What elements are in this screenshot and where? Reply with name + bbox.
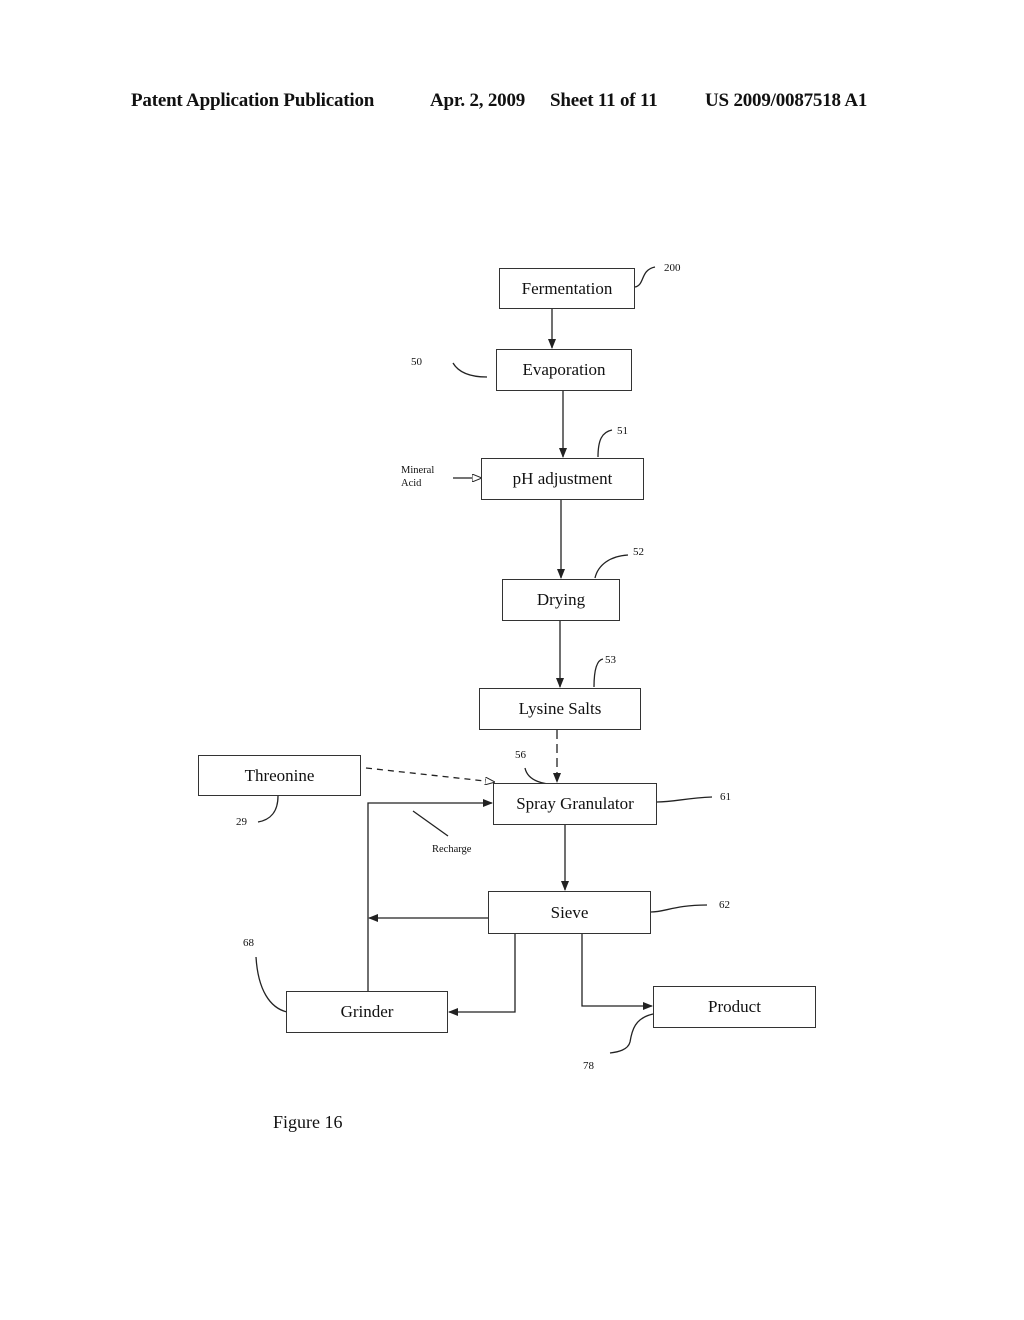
ref-29: 29 [236,816,247,828]
flow-connectors [255,266,713,1054]
leader-62 [650,904,708,913]
spray-granulator-label: Spray Granulator [516,794,634,813]
threonine-label: Threonine [244,765,315,785]
product-box: Product [653,986,816,1028]
ref-62: 62 [719,899,730,911]
fermentation-label: Fermentation [521,278,613,298]
drying-label: Drying [536,590,586,609]
edge-threonine-granulator [365,767,494,782]
leader-68 [255,956,288,1013]
ref-61: 61 [720,791,731,803]
threonine-box: Threonine [198,755,361,796]
lysine-salts-label: Lysine Salts [518,699,602,718]
ref-50: 50 [411,356,422,368]
ref-56: 56 [515,749,526,761]
fermentation-box: Fermentation [499,268,635,309]
spray-granulator-box: Spray Granulator [493,783,657,825]
product-label: Product [708,997,761,1016]
leader-52 [594,554,629,579]
ph-adjustment-label: pH adjustment [512,469,613,488]
edge-sieve-product [581,934,653,1010]
ref-52: 52 [633,546,644,558]
leader-50 [452,362,488,378]
mineral-acid-label: Mineral Acid [401,464,434,490]
edge-sieve-grinder [448,934,516,1016]
ref-200: 200 [664,262,681,274]
edge-recharge-loop [367,799,493,992]
recharge-label: Recharge [432,844,472,855]
ph-adjustment-box: pH adjustment [481,458,644,500]
grinder-box: Grinder [286,991,448,1033]
leader-29 [257,795,279,823]
mineral-acid-line2: Acid [401,478,422,489]
grinder-label: Grinder [340,1002,394,1021]
sieve-label: Sieve [550,902,589,922]
ref-53: 53 [605,654,616,666]
leader-53 [593,658,604,688]
mineral-acid-line1: Mineral [401,465,435,476]
figure-label: Figure 16 [273,1112,343,1132]
ref-51: 51 [617,425,628,437]
ref-78: 78 [583,1060,594,1072]
evaporation-box: Evaporation [496,349,632,391]
sieve-box: Sieve [488,891,651,934]
drying-box: Drying [502,579,620,621]
leader-51 [597,429,613,458]
leader-200 [634,266,656,288]
evaporation-label: Evaporation [522,360,606,379]
leader-78 [609,1013,654,1054]
ref-68: 68 [243,937,254,949]
leader-61 [656,796,713,803]
recharge-pointer [412,810,449,837]
lysine-salts-box: Lysine Salts [479,688,641,730]
